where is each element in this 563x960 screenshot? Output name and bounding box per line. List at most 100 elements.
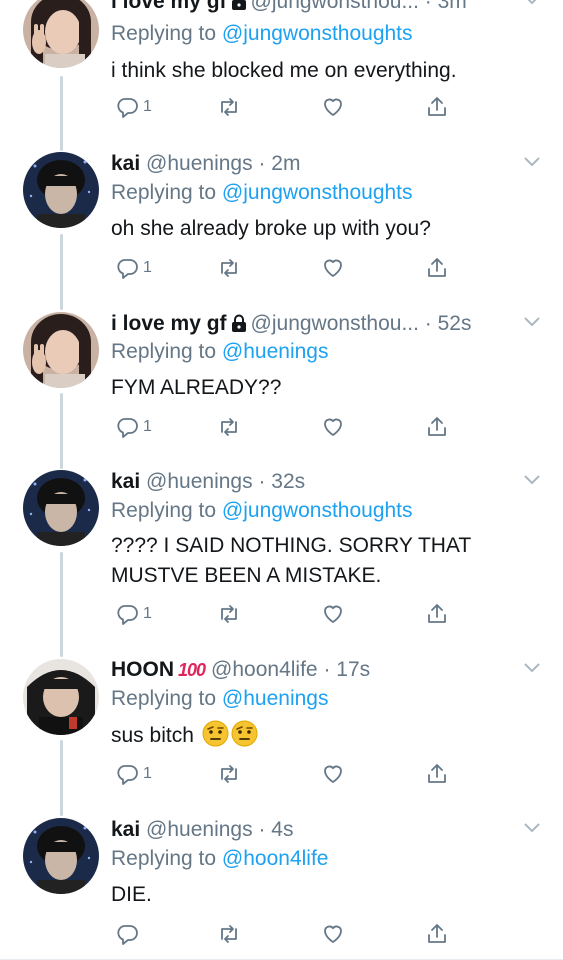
handle[interactable]: @huenings bbox=[146, 470, 253, 493]
share-icon bbox=[428, 97, 446, 116]
timestamp[interactable]: · 2m bbox=[258, 152, 300, 175]
mention-link[interactable]: @hoon4life bbox=[222, 847, 329, 870]
caret-down-icon[interactable] bbox=[523, 156, 541, 168]
display-name[interactable]: i love my gf bbox=[111, 0, 227, 13]
tweet[interactable]: kai @huenings · 2m Replying to @jungwons… bbox=[0, 150, 563, 310]
share-button[interactable] bbox=[425, 760, 449, 788]
retweet-button[interactable] bbox=[217, 760, 241, 788]
display-name[interactable]: kai bbox=[111, 152, 140, 175]
avatar[interactable] bbox=[23, 659, 99, 735]
tweet[interactable]: i love my gf @jungwonsthou... · 52s Reply… bbox=[0, 310, 563, 468]
mention-link[interactable]: @huenings bbox=[222, 340, 329, 363]
like-button[interactable] bbox=[321, 93, 345, 121]
tweet[interactable]: kai @huenings · 4s Replying to @hoon4lif… bbox=[0, 816, 563, 960]
tweet-header: HOON 100 @hoon4life · 17s bbox=[111, 656, 523, 684]
like-icon bbox=[324, 605, 342, 623]
share-icon bbox=[428, 604, 446, 623]
tweet-actions: 1 bbox=[111, 600, 471, 630]
like-button[interactable] bbox=[321, 254, 345, 282]
display-name[interactable]: HOON bbox=[111, 658, 174, 681]
tweet-text: sus bitch bbox=[111, 720, 503, 756]
caret-down-icon[interactable] bbox=[523, 316, 541, 328]
avatar[interactable] bbox=[23, 470, 99, 546]
retweet-button[interactable] bbox=[217, 413, 241, 441]
reply-icon bbox=[117, 259, 138, 279]
tweet[interactable]: HOON 100 @hoon4life · 17s Replying to @hue… bbox=[0, 656, 563, 816]
tweet-header: i love my gf @jungwonsthou... · 3m bbox=[111, 0, 523, 16]
handle[interactable]: @jungwonsthou... bbox=[251, 312, 419, 335]
caret-down-icon[interactable] bbox=[523, 822, 541, 834]
avatar-girl-image bbox=[23, 312, 99, 388]
retweet-button[interactable] bbox=[217, 254, 241, 282]
retweet-button[interactable] bbox=[217, 920, 241, 948]
caret-down-icon[interactable] bbox=[523, 662, 541, 674]
reply-button[interactable] bbox=[115, 920, 143, 948]
timestamp[interactable]: · 52s bbox=[425, 312, 472, 335]
avatar-boy-image bbox=[23, 470, 99, 546]
avatar[interactable] bbox=[23, 152, 99, 228]
display-name[interactable]: i love my gf bbox=[111, 312, 227, 335]
tweet-text: FYM ALREADY?? bbox=[111, 376, 282, 399]
tweet-text: oh she already broke up with you? bbox=[111, 217, 431, 240]
reply-icon bbox=[117, 98, 138, 118]
share-button[interactable] bbox=[425, 413, 449, 441]
retweet-button[interactable] bbox=[217, 600, 241, 628]
timestamp[interactable]: · 32s bbox=[258, 470, 305, 493]
timestamp[interactable]: · 3m bbox=[425, 0, 467, 13]
like-button[interactable] bbox=[321, 413, 345, 441]
tweet[interactable]: kai @huenings · 32s Replying to @jungwon… bbox=[0, 468, 563, 656]
share-icon bbox=[428, 924, 446, 943]
reply-button[interactable]: 1 bbox=[115, 600, 152, 628]
like-button[interactable] bbox=[321, 920, 345, 948]
retweet-button[interactable] bbox=[217, 93, 241, 121]
mention-link[interactable]: @huenings bbox=[222, 687, 329, 710]
retweet-icon bbox=[221, 259, 237, 277]
reply-button[interactable]: 1 bbox=[115, 413, 152, 441]
display-name[interactable]: kai bbox=[111, 470, 140, 493]
handle[interactable]: @huenings bbox=[146, 152, 253, 175]
caret-down-icon[interactable] bbox=[523, 0, 541, 6]
mention-link[interactable]: @jungwonsthoughts bbox=[222, 22, 413, 45]
like-icon bbox=[324, 98, 342, 116]
avatar[interactable] bbox=[23, 818, 99, 894]
avatar-boy-image bbox=[23, 818, 99, 894]
tweet-header: kai @huenings · 2m bbox=[111, 150, 523, 178]
like-button[interactable] bbox=[321, 600, 345, 628]
retweet-icon bbox=[221, 925, 237, 943]
replying-to: Replying to @jungwonsthoughts bbox=[111, 181, 413, 204]
share-button[interactable] bbox=[425, 93, 449, 121]
like-button[interactable] bbox=[321, 760, 345, 788]
reply-button[interactable]: 1 bbox=[115, 760, 152, 788]
reply-button[interactable]: 1 bbox=[115, 254, 152, 282]
handle[interactable]: @huenings bbox=[146, 818, 253, 841]
share-button[interactable] bbox=[425, 254, 449, 282]
tweet-text: DIE. bbox=[111, 883, 152, 906]
share-button[interactable] bbox=[425, 600, 449, 628]
like-icon bbox=[324, 418, 342, 436]
share-icon bbox=[428, 417, 446, 436]
mention-link[interactable]: @jungwonsthoughts bbox=[222, 499, 413, 522]
tweet-actions: 1 bbox=[111, 254, 471, 284]
mention-link[interactable]: @jungwonsthoughts bbox=[222, 181, 413, 204]
timestamp[interactable]: · 17s bbox=[323, 658, 370, 681]
timestamp[interactable]: · 4s bbox=[258, 818, 293, 841]
avatar[interactable] bbox=[23, 312, 99, 388]
replying-to: Replying to @jungwonsthoughts bbox=[111, 22, 413, 45]
tweet-text: ???? I SAID NOTHING. SORRY THAT MUSTVE B… bbox=[111, 531, 503, 591]
tweet[interactable]: i love my gf @jungwonsthou... · 3m Replyi… bbox=[0, 0, 563, 150]
tweet-text-body: sus bitch bbox=[111, 724, 194, 747]
reply-count: 1 bbox=[143, 605, 152, 622]
tweet-header: kai @huenings · 4s bbox=[111, 816, 523, 844]
handle[interactable]: @hoon4life bbox=[211, 658, 318, 681]
caret-down-icon[interactable] bbox=[523, 474, 541, 486]
replying-to: Replying to @huenings bbox=[111, 687, 329, 710]
reply-count: 1 bbox=[143, 98, 152, 115]
reply-button[interactable]: 1 bbox=[115, 93, 152, 121]
display-name[interactable]: kai bbox=[111, 818, 140, 841]
lock-icon bbox=[231, 312, 247, 338]
handle[interactable]: @jungwonsthou... bbox=[251, 0, 419, 13]
share-button[interactable] bbox=[425, 920, 449, 948]
avatar[interactable] bbox=[23, 0, 99, 68]
reply-icon bbox=[117, 925, 138, 945]
avatar-girl-image bbox=[23, 0, 99, 68]
